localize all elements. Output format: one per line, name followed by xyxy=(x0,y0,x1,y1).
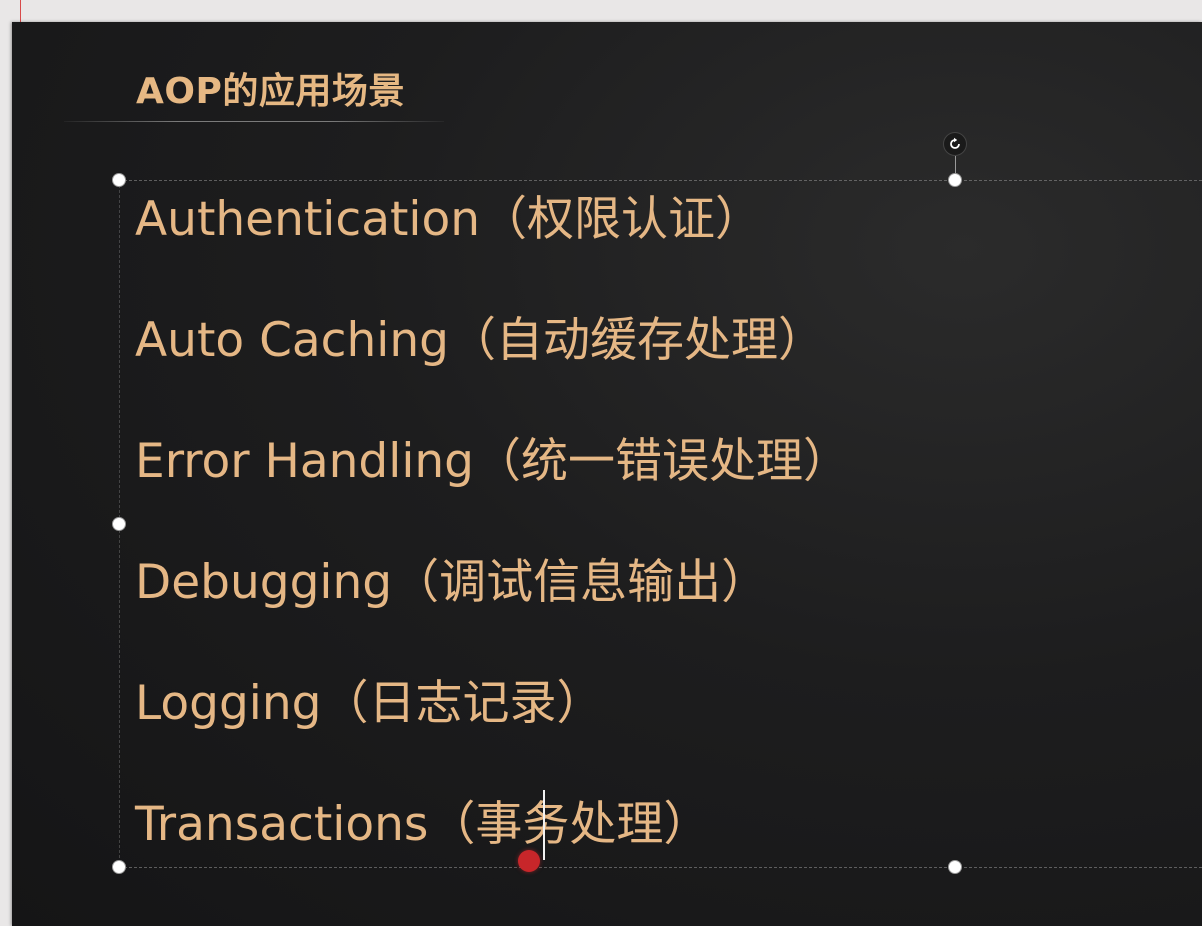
title-divider xyxy=(64,121,444,122)
editor-canvas: AOP的应用场景 Authentication（权限认证） Auto Cachi… xyxy=(0,0,1202,926)
list-item[interactable]: Transactions（事务处理） xyxy=(135,795,710,855)
slide-title[interactable]: AOP的应用场景 xyxy=(136,62,405,114)
list-item[interactable]: Auto Caching（自动缓存处理） xyxy=(135,311,825,371)
list-item[interactable]: Error Handling（统一错误处理） xyxy=(135,432,850,492)
resize-handle-bottom-right[interactable] xyxy=(948,860,962,874)
selection-border-bottom xyxy=(119,867,1202,868)
slide[interactable]: AOP的应用场景 Authentication（权限认证） Auto Cachi… xyxy=(12,22,1202,926)
text-caret xyxy=(543,790,545,860)
resize-handle-top-right[interactable] xyxy=(948,173,962,187)
list-item[interactable]: Authentication（权限认证） xyxy=(135,190,762,250)
mouse-pointer-highlight xyxy=(518,850,540,872)
resize-handle-middle-left[interactable] xyxy=(112,517,126,531)
resize-handle-bottom-left[interactable] xyxy=(112,860,126,874)
list-item[interactable]: Logging（日志记录） xyxy=(135,674,603,734)
list-item[interactable]: Debugging（调试信息输出） xyxy=(135,553,768,613)
selected-text-box[interactable]: Authentication（权限认证） Auto Caching（自动缓存处理… xyxy=(112,132,1202,874)
resize-handle-top-left[interactable] xyxy=(112,173,126,187)
rotate-handle-stem xyxy=(955,156,956,174)
rotate-icon[interactable] xyxy=(943,132,967,156)
selection-border-top xyxy=(119,180,1202,181)
